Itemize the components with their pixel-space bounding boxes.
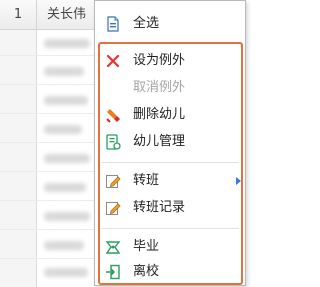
menu-item-label: 设为例外	[133, 53, 186, 68]
graduation-icon	[105, 239, 121, 255]
context-menu: 全选 设为例外 取消例外 删除幼儿 幼儿管理 转班 转班记录 毕业 离校	[94, 0, 246, 286]
blurred-cell	[44, 268, 88, 277]
menu-item-transfer-record[interactable]: 转班记录	[95, 195, 245, 221]
blurred-cell	[44, 212, 90, 221]
table-row[interactable]	[0, 200, 100, 201]
delete-child-icon	[105, 107, 121, 123]
table-row[interactable]	[0, 55, 100, 56]
menu-item-leave-school[interactable]: 离校	[95, 259, 245, 285]
menu-item-graduate[interactable]: 毕业	[95, 234, 245, 260]
menu-separator	[101, 162, 239, 163]
blurred-cell	[44, 183, 86, 192]
row-number-column	[0, 30, 37, 287]
table-row[interactable]	[0, 142, 100, 143]
menu-item-label: 离校	[133, 264, 160, 279]
blurred-cell	[44, 39, 90, 48]
table-row[interactable]	[0, 113, 100, 114]
menu-item-child-management[interactable]: 幼儿管理	[95, 129, 245, 155]
menu-item-delete-child[interactable]: 删除幼儿	[95, 102, 245, 128]
row-number-header: 1	[0, 0, 37, 29]
exit-door-icon	[105, 264, 121, 280]
blurred-cell	[44, 241, 84, 250]
menu-item-set-exception[interactable]: 设为例外	[95, 48, 245, 74]
child-management-icon	[105, 134, 121, 150]
menu-item-label: 删除幼儿	[133, 107, 186, 122]
menu-item-transfer-class[interactable]: 转班	[95, 168, 245, 194]
select-all-icon	[105, 16, 121, 32]
submenu-arrow-icon	[236, 177, 241, 185]
menu-item-label: 全选	[133, 16, 160, 31]
table-row[interactable]	[0, 229, 100, 230]
menu-item-label: 取消例外	[133, 80, 186, 95]
table-row[interactable]	[0, 258, 100, 259]
menu-item-label: 幼儿管理	[133, 134, 186, 149]
menu-item-cancel-exception: 取消例外	[95, 75, 245, 101]
menu-item-label: 毕业	[133, 239, 160, 254]
name-column-header[interactable]: 关长伟	[37, 0, 99, 29]
menu-item-label: 转班记录	[133, 200, 186, 215]
menu-separator	[101, 42, 239, 43]
blurred-cell	[44, 154, 90, 163]
blurred-cell	[44, 125, 82, 134]
close-x-icon	[105, 53, 121, 69]
edit-pencil-icon	[105, 200, 121, 216]
menu-item-label: 转班	[133, 173, 160, 188]
edit-pencil-icon	[105, 173, 121, 189]
menu-separator	[101, 228, 239, 229]
table-row[interactable]	[0, 171, 100, 172]
blurred-cell	[44, 96, 88, 105]
blurred-cell	[44, 67, 84, 76]
table-row[interactable]	[0, 84, 100, 85]
menu-item-select-all[interactable]: 全选	[95, 11, 245, 37]
